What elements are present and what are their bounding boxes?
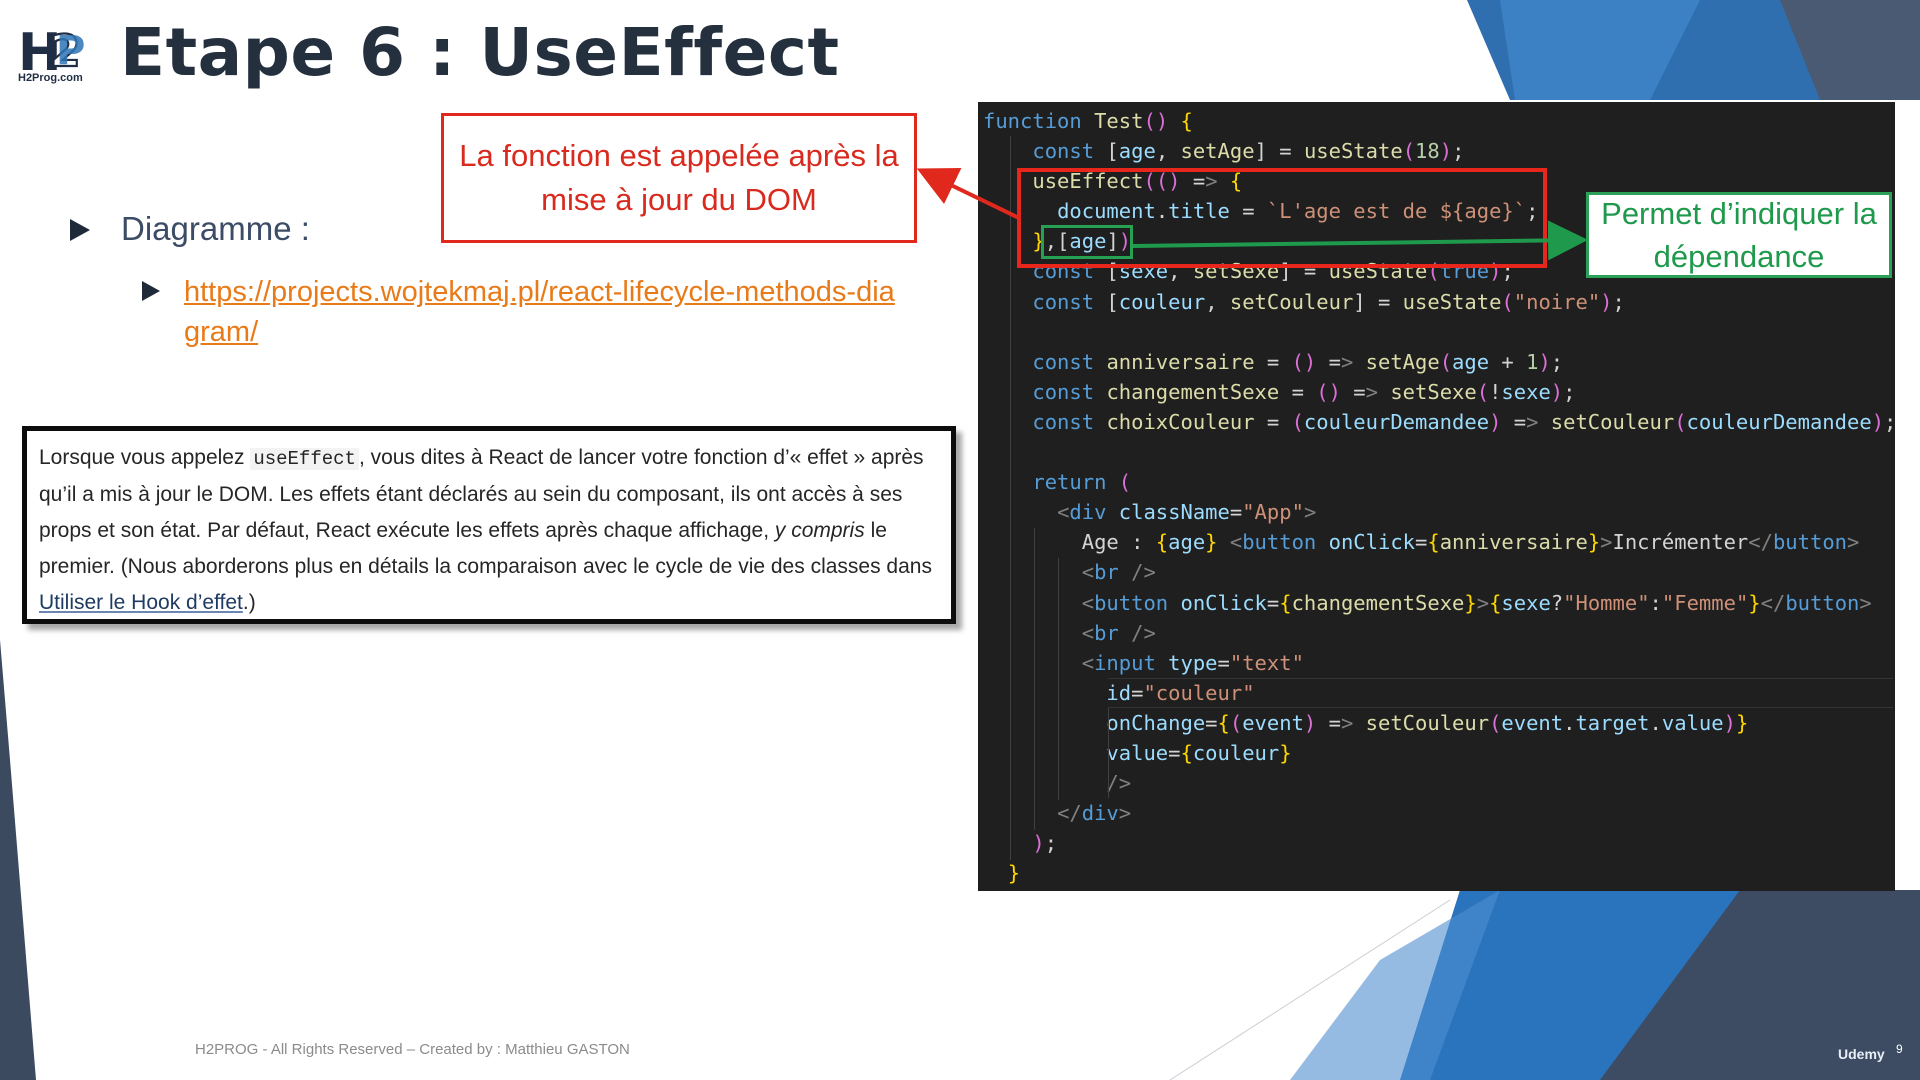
code-line: ​: [983, 437, 1896, 467]
indent-guide: [1058, 558, 1059, 800]
quote-italic: y compris: [774, 519, 865, 542]
callout-dependency: Permet d’indiquer la dépendance: [1586, 192, 1892, 278]
bullet-arrow-icon: [142, 281, 160, 301]
code-line: <br />: [1081, 620, 1156, 645]
indent-guide: [1108, 708, 1109, 798]
page-number: 9: [1896, 1042, 1903, 1056]
hook-effect-link[interactable]: Utiliser le Hook d’effet: [39, 591, 243, 614]
code-line: }: [1007, 861, 1021, 886]
code-line: const [couleur, setCouleur] = useState("…: [1032, 289, 1625, 314]
code-line: />: [1106, 771, 1132, 796]
code-line: ​: [983, 317, 1896, 347]
svg-text:P: P: [56, 28, 85, 74]
code-line: return (: [1032, 470, 1132, 495]
logo-caption: H2Prog.com: [18, 72, 83, 84]
code-line: const choixCouleur = (couleurDemandee) =…: [1032, 409, 1897, 434]
lifecycle-diagram-link[interactable]: https://projects.wojtekmaj.pl/react-life…: [184, 272, 904, 352]
code-line: function Test() {: [983, 109, 1193, 133]
docs-quote-box: Lorsque vous appelez useEffect, vous dit…: [22, 426, 956, 624]
slide-title: Etape 6 : UseEffect: [120, 14, 840, 91]
indent-guide: [1010, 136, 1011, 860]
quote-text: Lorsque vous appelez: [39, 446, 251, 469]
udemy-watermark: Udemy: [1838, 1046, 1885, 1062]
code-line: value={couleur}: [1106, 740, 1292, 765]
quote-code: useEffect: [250, 448, 359, 470]
code-line: <div className="App">: [1057, 500, 1317, 525]
quote-text: .): [242, 591, 256, 614]
dependency-highlight: [1041, 225, 1133, 259]
bullet-arrow-icon: [70, 219, 90, 241]
code-line: Age : {age} <button onClick={anniversair…: [983, 530, 1860, 555]
code-line: <button onClick={changementSexe}>{sexe?"…: [1081, 590, 1872, 615]
code-line: const [age, setAge] = useState(18);: [1032, 139, 1465, 164]
code-line: <br />: [1081, 560, 1156, 585]
code-line: onChange={(event) => setCouleur(event.ta…: [1106, 710, 1749, 735]
code-line: const anniversaire = () => setAge(age + …: [1032, 349, 1564, 374]
current-line-highlight: [1108, 678, 1893, 708]
footer-credits: H2PROG - All Rights Reserved – Created b…: [195, 1041, 630, 1058]
indent-guide: [1034, 528, 1035, 830]
bullet-diagramme: Diagramme :: [121, 210, 310, 247]
code-line: );: [1032, 831, 1058, 856]
code-line: <input type="text": [1081, 650, 1304, 675]
code-line: </div>: [1057, 801, 1132, 826]
callout-after-dom-update: La fonction est appelée après la mise à …: [441, 113, 917, 243]
code-line: const changementSexe = () => setSexe(!se…: [1032, 379, 1576, 404]
